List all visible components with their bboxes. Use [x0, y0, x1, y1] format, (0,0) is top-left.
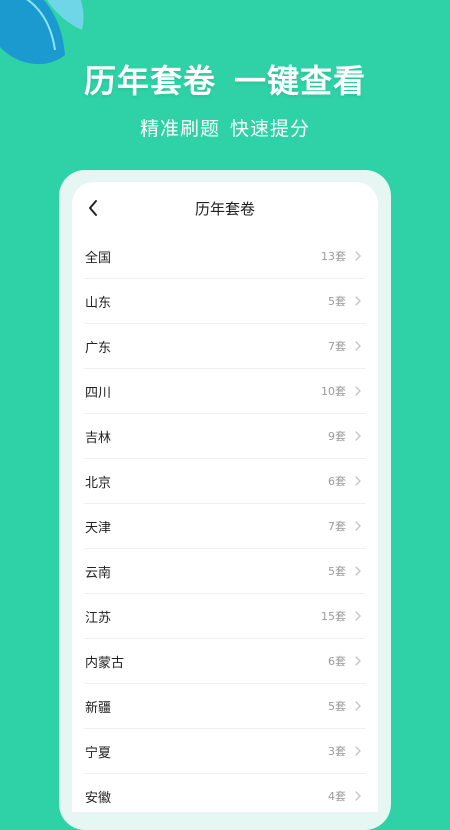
paper-count: 4套	[328, 790, 346, 803]
list-item[interactable]: 江苏 15套	[84, 594, 366, 639]
chevron-right-icon	[355, 476, 361, 486]
list-item[interactable]: 内蒙古 6套	[84, 639, 366, 684]
region-name: 内蒙古	[85, 655, 125, 671]
list-item[interactable]: 北京 6套	[84, 459, 366, 504]
region-name: 天津	[85, 520, 112, 536]
chevron-right-icon	[355, 341, 361, 351]
region-name: 云南	[85, 565, 112, 581]
list-item[interactable]: 全国 13套	[84, 234, 366, 279]
paper-count: 3套	[328, 745, 346, 758]
region-list: 全国 13套 山东 5套 广东 7套 四川 10套 吉林 9套 北京 6套 天津 7套 云南 5套 江苏 15套内…	[72, 234, 378, 812]
region-name: 宁夏	[85, 745, 112, 761]
paper-count: 6套	[328, 655, 346, 668]
headline-left: 历年套卷	[83, 62, 216, 100]
subheadline-right: 快速提分	[230, 118, 311, 140]
subheadline: 精准刷题 快速提分	[0, 114, 450, 141]
phone-screen: 历年套卷 全国 13套 山东 5套 广东 7套 四川 10套 吉林 9套 北京 6套 天津 7套 云南 5套江…	[72, 182, 378, 812]
page-title: 历年套卷	[194, 200, 255, 218]
chevron-right-icon	[355, 251, 361, 261]
region-name: 江苏	[85, 610, 112, 626]
paper-count: 15套	[321, 610, 346, 623]
paper-count: 9套	[328, 430, 346, 443]
chevron-right-icon	[355, 431, 361, 441]
paper-count: 5套	[328, 295, 346, 308]
region-name: 全国	[85, 250, 112, 266]
region-name: 安徽	[85, 790, 112, 806]
region-name: 新疆	[85, 700, 112, 716]
region-name: 北京	[85, 475, 112, 491]
list-item[interactable]: 新疆 5套	[84, 684, 366, 729]
subheadline-left: 精准刷题	[139, 118, 220, 140]
chevron-right-icon	[355, 746, 361, 756]
region-name: 吉林	[85, 430, 112, 446]
headline: 历年套卷 一键查看	[0, 56, 450, 102]
paper-count: 6套	[328, 475, 346, 488]
chevron-right-icon	[355, 386, 361, 396]
paper-count: 7套	[328, 520, 346, 533]
headline-right: 一键查看	[234, 62, 367, 100]
region-name: 山东	[85, 295, 112, 311]
chevron-right-icon	[355, 791, 361, 801]
paper-count: 13套	[321, 250, 346, 263]
chevron-right-icon	[355, 566, 361, 576]
list-item[interactable]: 吉林 9套	[84, 414, 366, 459]
region-name: 四川	[85, 385, 112, 401]
list-item[interactable]: 天津 7套	[84, 504, 366, 549]
list-item[interactable]: 安徽 4套	[84, 774, 366, 812]
chevron-right-icon	[355, 656, 361, 666]
list-item[interactable]: 云南 5套	[84, 549, 366, 594]
list-item[interactable]: 四川 10套	[84, 369, 366, 414]
region-name: 广东	[85, 340, 112, 356]
paper-count: 5套	[328, 565, 346, 578]
chevron-right-icon	[355, 521, 361, 531]
paper-count: 10套	[321, 385, 346, 398]
paper-count: 5套	[328, 700, 346, 713]
chevron-right-icon	[355, 296, 361, 306]
list-item[interactable]: 山东 5套	[84, 279, 366, 324]
list-item[interactable]: 广东 7套	[84, 324, 366, 369]
nav-bar: 历年套卷	[72, 182, 378, 234]
list-item[interactable]: 宁夏 3套	[84, 729, 366, 774]
chevron-right-icon	[355, 611, 361, 621]
paper-count: 7套	[328, 340, 346, 353]
chevron-right-icon	[355, 701, 361, 711]
